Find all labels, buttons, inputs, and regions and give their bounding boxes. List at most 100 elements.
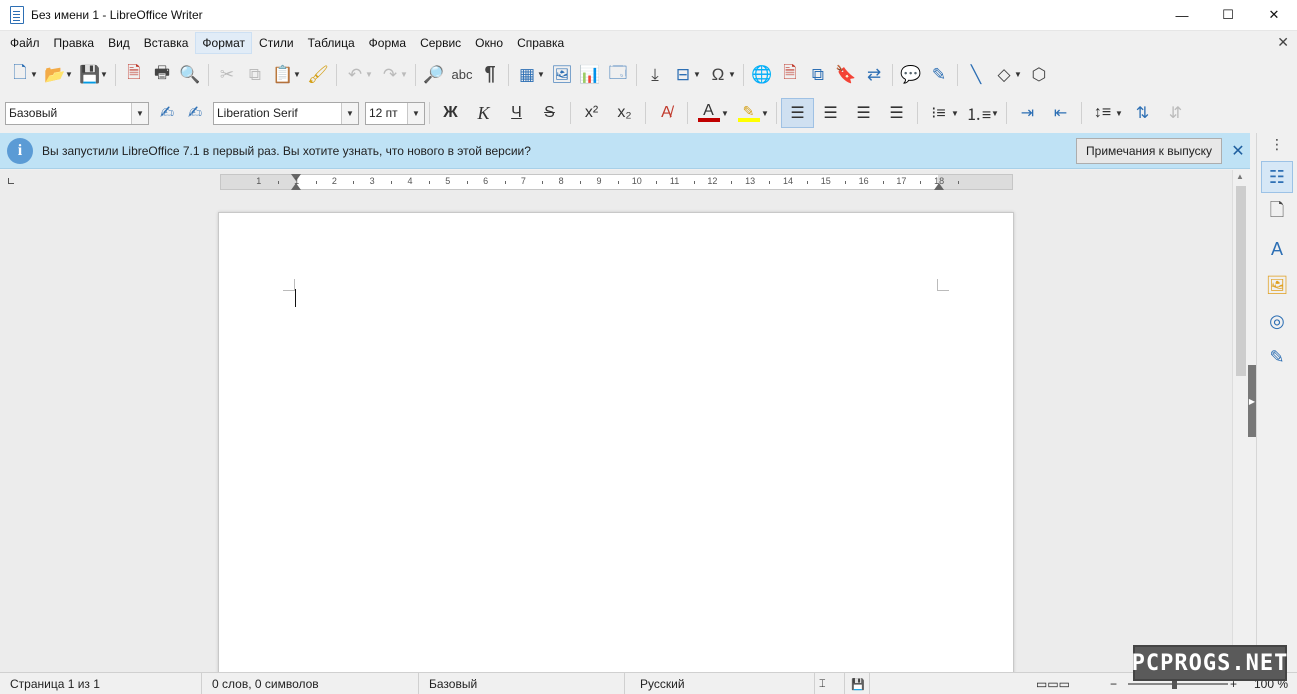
- properties-icon[interactable]: ☷: [1261, 161, 1293, 193]
- menu-tools[interactable]: Сервис: [413, 32, 468, 54]
- chevron-down-icon[interactable]: ▼: [341, 102, 358, 124]
- line-icon[interactable]: ╲: [962, 60, 990, 90]
- view-layout-icon[interactable]: ▭▭▭: [1032, 673, 1098, 694]
- manage-changes-icon[interactable]: ✎: [1261, 341, 1293, 373]
- scroll-up-icon[interactable]: ▲: [1236, 172, 1244, 181]
- redo-icon[interactable]: ↷: [376, 60, 404, 90]
- menu-view[interactable]: Вид: [101, 32, 137, 54]
- document-area[interactable]: 1 1 2 3 4 5 6 7 8 9 10 11 12 13 14 15 16 17 18: [0, 170, 1232, 672]
- sidebar-collapse-handle[interactable]: ▶: [1248, 365, 1256, 437]
- vertical-scrollbar[interactable]: ▲ ▼: [1232, 170, 1249, 672]
- strikethrough-button[interactable]: S: [533, 98, 566, 128]
- new-document-icon[interactable]: 🗋: [6, 60, 34, 90]
- insert-field-icon[interactable]: ⊟: [669, 60, 697, 90]
- page-break-icon[interactable]: ⤓: [641, 60, 669, 90]
- align-center-icon[interactable]: ☰: [814, 98, 847, 128]
- undo-icon[interactable]: ↶: [341, 60, 369, 90]
- formatting-marks-icon[interactable]: ¶: [476, 60, 504, 90]
- sidebar-menu-icon[interactable]: ⋮: [1270, 137, 1284, 159]
- minimize-button[interactable]: —: [1159, 0, 1205, 31]
- basic-shapes-icon[interactable]: ◇: [990, 60, 1018, 90]
- hyperlink-icon[interactable]: 🌐: [748, 60, 776, 90]
- navigator-icon[interactable]: ◎: [1261, 305, 1293, 337]
- unordered-list-dropdown-icon[interactable]: ▼: [951, 109, 959, 118]
- page-icon[interactable]: 🗋: [1261, 197, 1293, 229]
- paste-icon[interactable]: 📋: [269, 60, 297, 90]
- zoom-out-button[interactable]: −: [1108, 673, 1124, 694]
- line-spacing-dropdown-icon[interactable]: ▼: [1115, 109, 1123, 118]
- find-replace-icon[interactable]: 🔎: [420, 60, 448, 90]
- page-style[interactable]: Базовый: [419, 673, 625, 694]
- underline-button[interactable]: Ч: [500, 98, 533, 128]
- update-style-icon[interactable]: ✍: [153, 98, 181, 128]
- save-icon[interactable]: 💾: [76, 60, 104, 90]
- track-changes-icon[interactable]: ✎: [925, 60, 953, 90]
- menu-format[interactable]: Формат: [195, 32, 253, 54]
- draw-functions-icon[interactable]: ⬡: [1025, 60, 1053, 90]
- menu-form[interactable]: Форма: [362, 32, 413, 54]
- export-pdf-icon[interactable]: 🗎: [120, 60, 148, 90]
- decrease-indent-icon[interactable]: ⇤: [1044, 98, 1077, 128]
- cross-reference-icon[interactable]: ⇄: [860, 60, 888, 90]
- scroll-thumb[interactable]: [1236, 186, 1246, 376]
- new-style-icon[interactable]: ✍: [181, 98, 209, 128]
- language[interactable]: Русский: [625, 673, 815, 694]
- page-count[interactable]: Страница 1 из 1: [0, 673, 202, 694]
- close-document-icon[interactable]: ✕: [1277, 34, 1289, 51]
- maximize-button[interactable]: ☐: [1205, 0, 1251, 31]
- clear-formatting-icon[interactable]: A̸: [650, 98, 683, 128]
- gallery-icon[interactable]: 🖼: [1261, 269, 1293, 301]
- insert-table-icon[interactable]: ▦: [513, 60, 541, 90]
- superscript-button[interactable]: x²: [575, 98, 608, 128]
- insert-image-icon[interactable]: 🖼: [548, 60, 576, 90]
- bold-button[interactable]: Ж: [434, 98, 467, 128]
- horizontal-ruler[interactable]: 1 1 2 3 4 5 6 7 8 9 10 11 12 13 14 15 16 17 18: [220, 174, 1013, 190]
- justify-icon[interactable]: ☰: [880, 98, 913, 128]
- word-count[interactable]: 0 слов, 0 символов: [202, 673, 419, 694]
- print-icon[interactable]: 🖶: [148, 60, 176, 90]
- subscript-button[interactable]: x₂: [608, 98, 641, 128]
- release-notes-button[interactable]: Примечания к выпуску: [1076, 137, 1222, 164]
- italic-button[interactable]: К: [467, 98, 500, 128]
- insert-chart-icon[interactable]: 📊: [576, 60, 604, 90]
- styles-icon[interactable]: A: [1261, 233, 1293, 265]
- infobar-close-button[interactable]: ✕: [1228, 141, 1248, 161]
- menu-window[interactable]: Окно: [468, 32, 510, 54]
- print-preview-icon[interactable]: 🔍: [176, 60, 204, 90]
- insert-textbox-icon[interactable]: 🗔: [604, 60, 632, 90]
- spellcheck-icon[interactable]: abc: [448, 60, 476, 90]
- ordered-list-dropdown-icon[interactable]: ▼: [991, 109, 999, 118]
- font-size-combo[interactable]: 12 пт ▼: [365, 101, 425, 125]
- chevron-down-icon[interactable]: ▼: [131, 102, 148, 124]
- menu-insert[interactable]: Вставка: [137, 32, 196, 54]
- clone-formatting-icon[interactable]: 🖌: [304, 60, 332, 90]
- document-page[interactable]: [218, 212, 1014, 672]
- insert-mode-icon[interactable]: ⌶: [815, 673, 845, 694]
- align-left-icon[interactable]: ☰: [781, 98, 814, 128]
- increase-paragraph-spacing-icon[interactable]: ⇅: [1126, 98, 1159, 128]
- cut-icon[interactable]: ✂: [213, 60, 241, 90]
- menu-help[interactable]: Справка: [510, 32, 571, 54]
- bookmark-icon[interactable]: 🔖: [832, 60, 860, 90]
- footnote-icon[interactable]: 🗎: [776, 60, 804, 90]
- zoom-slider[interactable]: [1128, 683, 1228, 685]
- align-right-icon[interactable]: ☰: [847, 98, 880, 128]
- paragraph-style-combo[interactable]: Базовый ▼: [5, 101, 149, 125]
- special-character-icon[interactable]: Ω: [704, 60, 732, 90]
- menu-table[interactable]: Таблица: [301, 32, 362, 54]
- menu-edit[interactable]: Правка: [47, 32, 102, 54]
- tab-stop-selector[interactable]: [8, 178, 14, 184]
- close-button[interactable]: ✕: [1251, 0, 1297, 31]
- increase-indent-icon[interactable]: ⇥: [1011, 98, 1044, 128]
- open-folder-icon[interactable]: 📂: [41, 60, 69, 90]
- font-name-combo[interactable]: Liberation Serif ▼: [213, 101, 359, 125]
- chevron-down-icon[interactable]: ▼: [407, 102, 424, 124]
- comment-icon[interactable]: 💬: [897, 60, 925, 90]
- menu-styles[interactable]: Стили: [252, 32, 301, 54]
- highlight-dropdown-icon[interactable]: ▼: [761, 109, 769, 118]
- decrease-paragraph-spacing-icon[interactable]: ⇵: [1159, 98, 1192, 128]
- copy-icon[interactable]: ⧉: [241, 60, 269, 90]
- endnote-icon[interactable]: ⧉: [804, 60, 832, 90]
- menu-file[interactable]: Файл: [3, 32, 47, 54]
- font-color-dropdown-icon[interactable]: ▼: [721, 109, 729, 118]
